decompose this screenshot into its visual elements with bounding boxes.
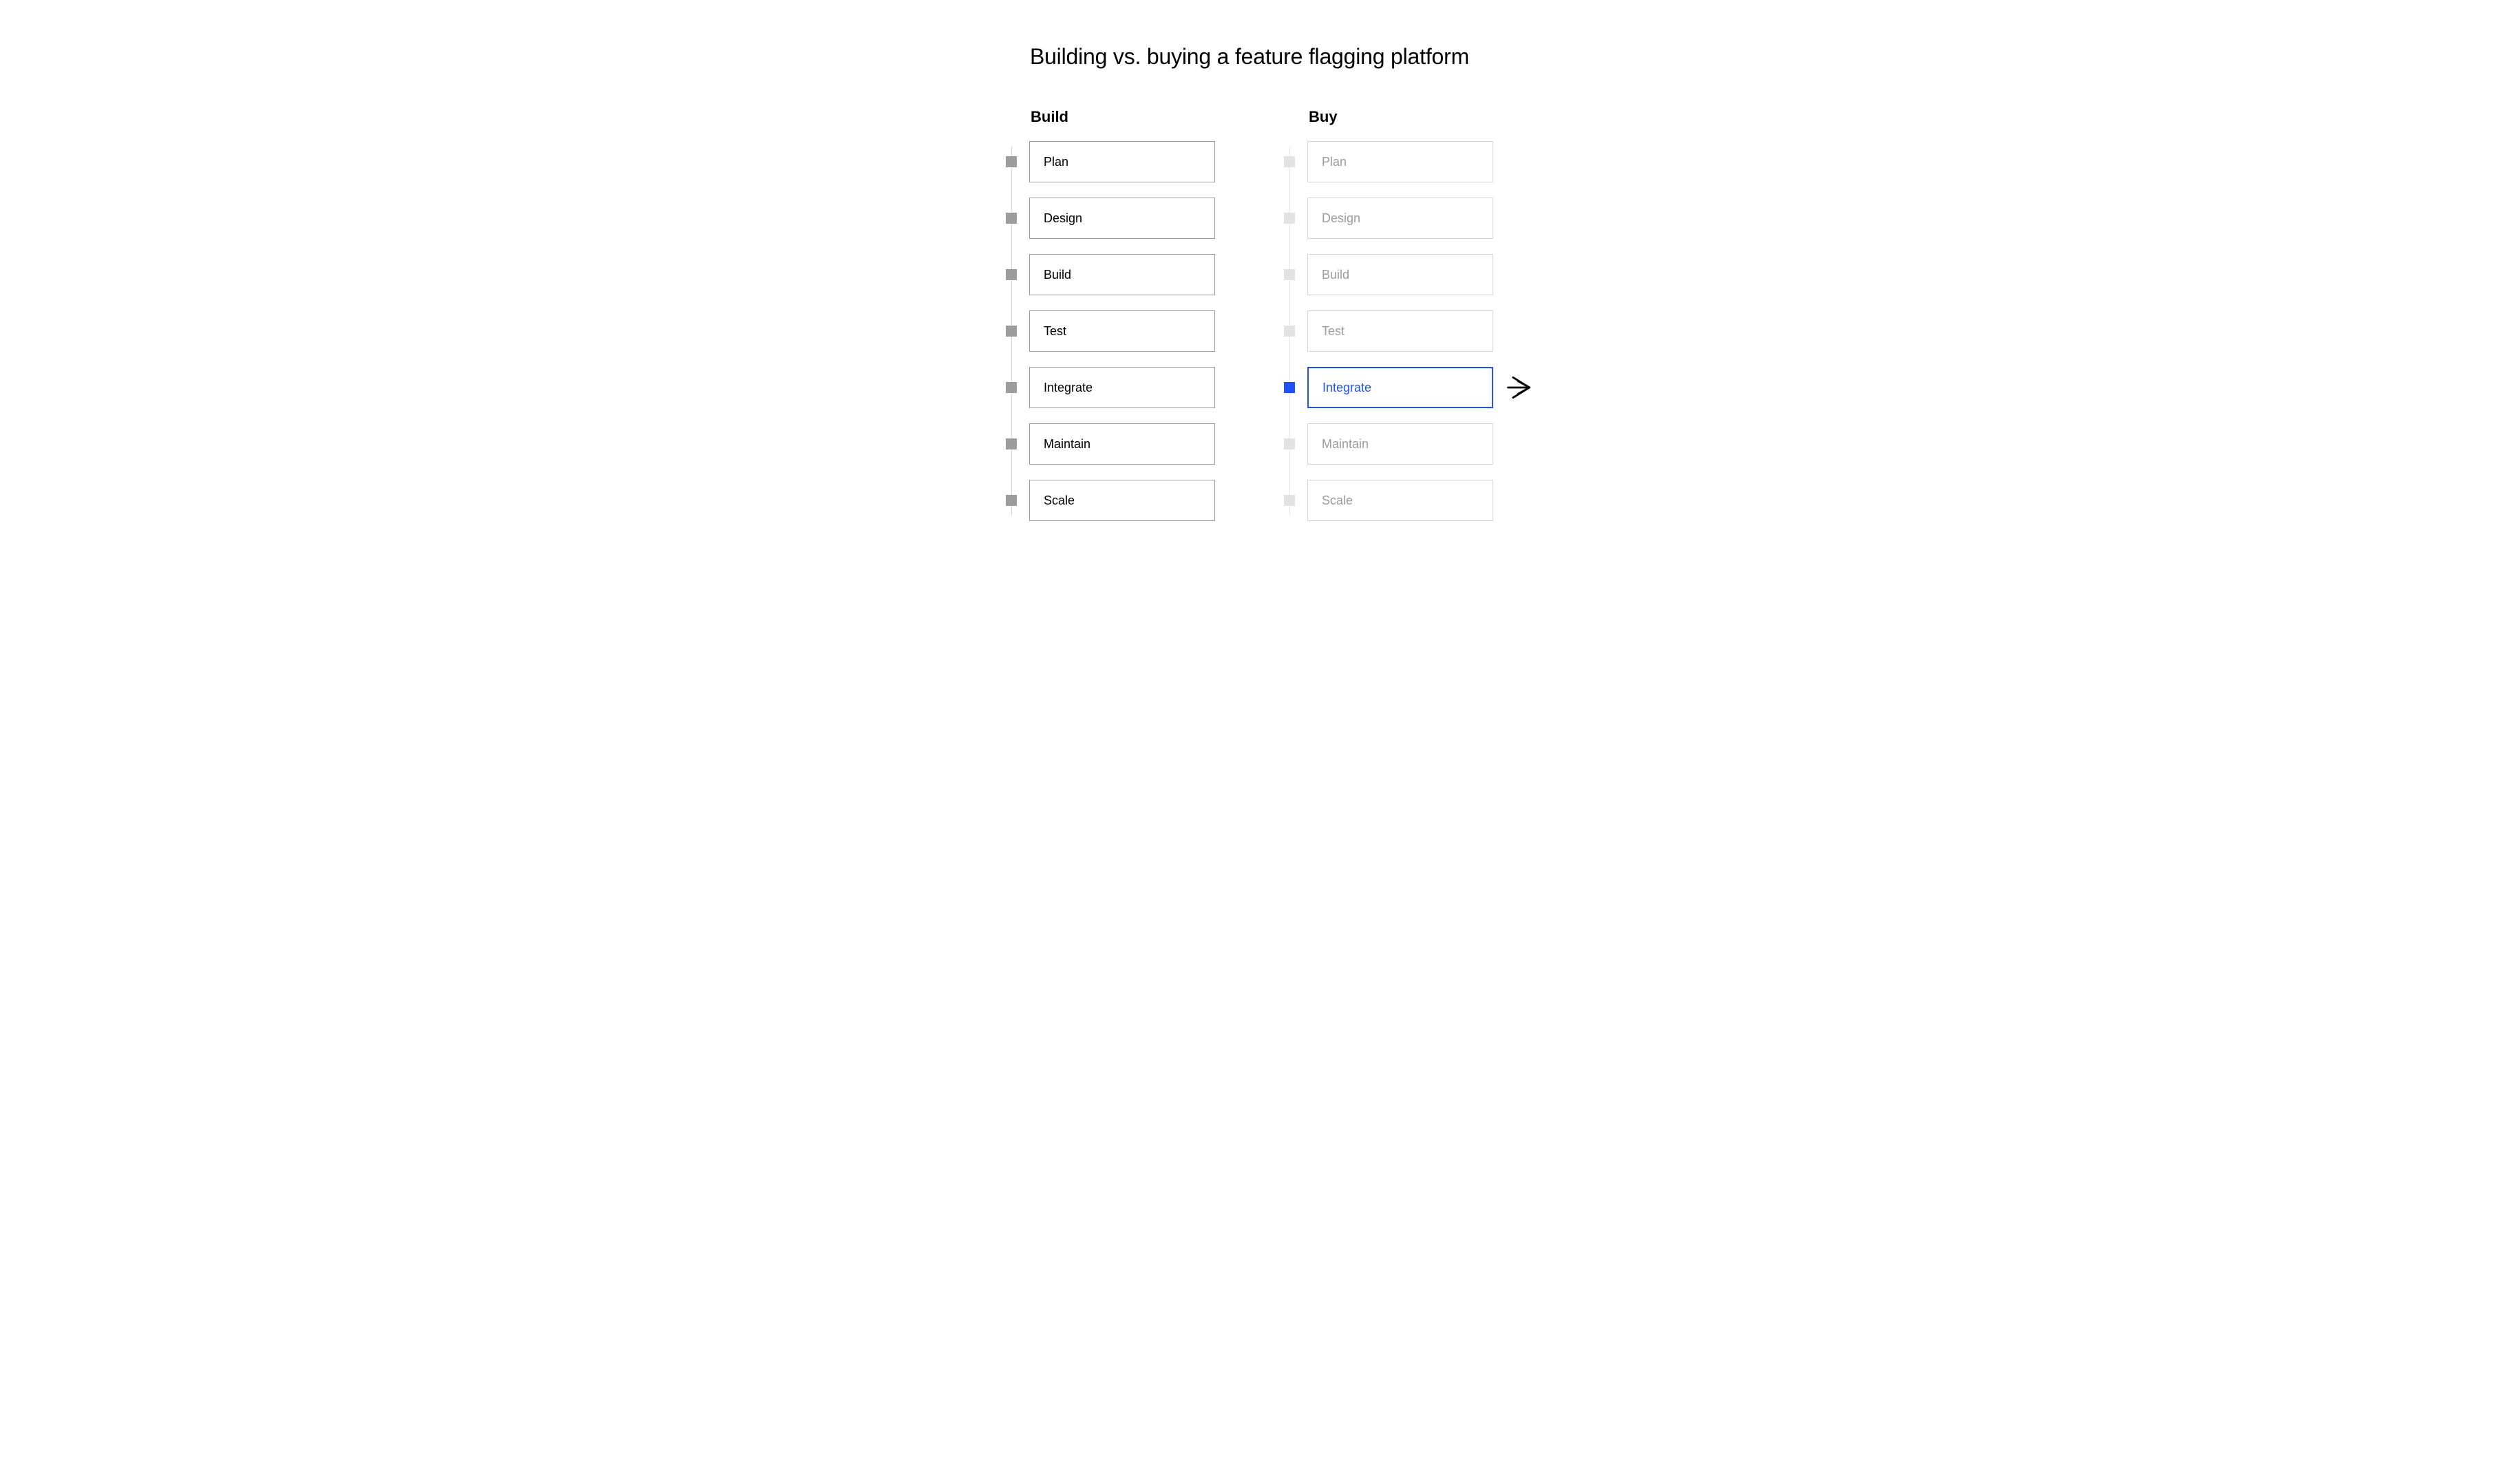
build-column: Build Plan Design bbox=[1006, 108, 1215, 521]
buy-step-label: Scale bbox=[1322, 494, 1353, 508]
build-track: Plan Design Build bbox=[1006, 141, 1215, 521]
buy-box-scale: Scale bbox=[1307, 480, 1493, 521]
buy-step-test: Test bbox=[1284, 310, 1493, 352]
diagram-canvas: Building vs. buying a feature flagging p… bbox=[768, 0, 1731, 521]
buy-marker-plan bbox=[1284, 156, 1295, 167]
build-box-plan: Plan bbox=[1029, 141, 1215, 182]
buy-box-integrate: Integrate bbox=[1307, 367, 1493, 408]
build-box-integrate: Integrate bbox=[1029, 367, 1215, 408]
columns-wrapper: Build Plan Design bbox=[768, 108, 1731, 521]
buy-marker-integrate bbox=[1284, 382, 1295, 393]
build-step-label: Scale bbox=[1044, 494, 1075, 508]
build-box-scale: Scale bbox=[1029, 480, 1215, 521]
buy-step-label: Maintain bbox=[1322, 437, 1369, 452]
buy-box-plan: Plan bbox=[1307, 141, 1493, 182]
buy-track: Plan Design Build bbox=[1284, 141, 1493, 521]
build-step-label: Design bbox=[1044, 211, 1082, 226]
build-step-integrate: Integrate bbox=[1006, 367, 1215, 408]
buy-marker-test bbox=[1284, 326, 1295, 337]
build-box-maintain: Maintain bbox=[1029, 423, 1215, 465]
buy-column: Buy Plan Design bbox=[1284, 108, 1493, 521]
build-marker-integrate bbox=[1006, 382, 1017, 393]
build-step-label: Build bbox=[1044, 268, 1071, 282]
build-step-label: Plan bbox=[1044, 155, 1068, 169]
buy-step-maintain: Maintain bbox=[1284, 423, 1493, 465]
buy-marker-scale bbox=[1284, 495, 1295, 506]
buy-box-design: Design bbox=[1307, 198, 1493, 239]
buy-step-label: Build bbox=[1322, 268, 1349, 282]
build-marker-plan bbox=[1006, 156, 1017, 167]
buy-step-build: Build bbox=[1284, 254, 1493, 295]
buy-marker-maintain bbox=[1284, 438, 1295, 449]
build-box-test: Test bbox=[1029, 310, 1215, 352]
buy-marker-build bbox=[1284, 269, 1295, 280]
buy-step-label: Plan bbox=[1322, 155, 1347, 169]
buy-step-plan: Plan bbox=[1284, 141, 1493, 182]
build-step-test: Test bbox=[1006, 310, 1215, 352]
build-step-build: Build bbox=[1006, 254, 1215, 295]
buy-step-label: Test bbox=[1322, 324, 1345, 339]
buy-step-integrate: Integrate bbox=[1284, 367, 1493, 408]
build-step-label: Maintain bbox=[1044, 437, 1090, 452]
build-marker-test bbox=[1006, 326, 1017, 337]
build-step-plan: Plan bbox=[1006, 141, 1215, 182]
buy-column-header: Buy bbox=[1309, 108, 1493, 126]
build-marker-design bbox=[1006, 213, 1017, 224]
build-step-label: Integrate bbox=[1044, 381, 1093, 395]
buy-step-label: Integrate bbox=[1322, 381, 1371, 395]
build-marker-maintain bbox=[1006, 438, 1017, 449]
buy-step-label: Design bbox=[1322, 211, 1360, 226]
integrate-arrow-icon bbox=[1504, 372, 1535, 403]
build-step-label: Test bbox=[1044, 324, 1066, 339]
diagram-title: Building vs. buying a feature flagging p… bbox=[768, 44, 1731, 70]
buy-marker-design bbox=[1284, 213, 1295, 224]
build-box-design: Design bbox=[1029, 198, 1215, 239]
build-marker-scale bbox=[1006, 495, 1017, 506]
build-step-scale: Scale bbox=[1006, 480, 1215, 521]
buy-box-maintain: Maintain bbox=[1307, 423, 1493, 465]
buy-step-design: Design bbox=[1284, 198, 1493, 239]
buy-box-test: Test bbox=[1307, 310, 1493, 352]
build-box-build: Build bbox=[1029, 254, 1215, 295]
build-marker-build bbox=[1006, 269, 1017, 280]
build-column-header: Build bbox=[1031, 108, 1215, 126]
buy-step-scale: Scale bbox=[1284, 480, 1493, 521]
buy-box-build: Build bbox=[1307, 254, 1493, 295]
build-step-design: Design bbox=[1006, 198, 1215, 239]
build-step-maintain: Maintain bbox=[1006, 423, 1215, 465]
